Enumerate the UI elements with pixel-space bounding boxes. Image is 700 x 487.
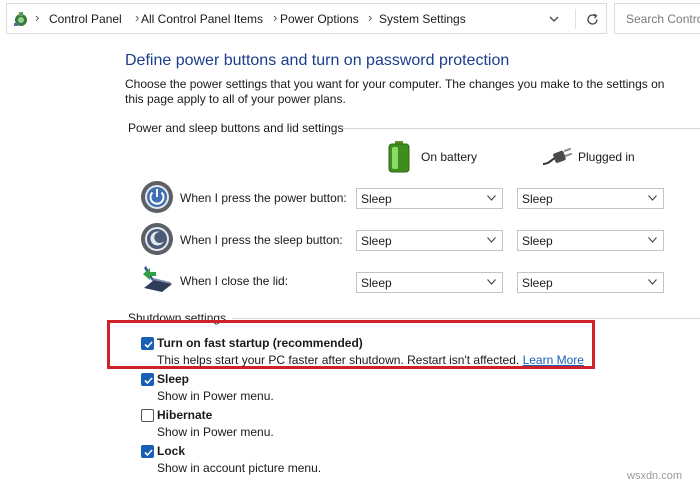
power-button-icon (141, 181, 173, 213)
sleep-description: Show in Power menu. (157, 389, 274, 403)
learn-more-link[interactable]: Learn More (523, 353, 584, 367)
sleep-label[interactable]: Sleep (157, 372, 189, 386)
sleep-button-plugged-select[interactable]: Sleep (517, 230, 664, 251)
search-input[interactable] (615, 4, 700, 33)
page-description: Choose the power settings that you want … (125, 77, 665, 106)
fast-startup-sub-text: This helps start your PC faster after sh… (157, 353, 520, 367)
sleep-button-icon (141, 223, 173, 255)
select-value: Sleep (522, 234, 553, 248)
battery-icon (388, 141, 410, 173)
hibernate-label[interactable]: Hibernate (157, 408, 212, 422)
section-heading-buttons: Power and sleep buttons and lid settings (128, 121, 344, 135)
close-lid-plugged-select[interactable]: Sleep (517, 272, 664, 293)
select-value: Sleep (361, 234, 392, 248)
chevron-down-icon (648, 195, 657, 201)
select-value: Sleep (361, 192, 392, 206)
search-box[interactable] (614, 3, 700, 34)
chevron-down-icon (487, 195, 496, 201)
control-panel-icon (14, 12, 27, 26)
select-value: Sleep (522, 192, 553, 206)
fast-startup-label[interactable]: Turn on fast startup (recommended) (157, 336, 363, 350)
laptop-lid-icon (143, 266, 172, 292)
breadcrumb-separator-icon: › (35, 10, 40, 25)
fast-startup-checkbox[interactable] (141, 337, 154, 350)
breadcrumb-power-options[interactable]: Power Options (280, 12, 359, 26)
breadcrumb[interactable]: › Control Panel › All Control Panel Item… (6, 3, 607, 34)
section-rule (342, 128, 700, 129)
select-value: Sleep (361, 276, 392, 290)
chevron-down-icon (487, 237, 496, 243)
plug-icon (542, 147, 573, 165)
chevron-down-icon (648, 279, 657, 285)
sleep-button-battery-select[interactable]: Sleep (356, 230, 503, 251)
lock-checkbox[interactable] (141, 445, 154, 458)
refresh-icon[interactable] (585, 12, 600, 27)
hibernate-checkbox[interactable] (141, 409, 154, 422)
sleep-checkbox[interactable] (141, 373, 154, 386)
row-label-power-button: When I press the power button: (180, 191, 347, 205)
select-value: Sleep (522, 276, 553, 290)
divider (575, 9, 576, 29)
row-label-sleep-button: When I press the sleep button: (180, 233, 343, 247)
power-button-plugged-select[interactable]: Sleep (517, 188, 664, 209)
breadcrumb-separator-icon: › (368, 10, 373, 25)
section-rule (232, 318, 700, 319)
hibernate-description: Show in Power menu. (157, 425, 274, 439)
lock-description: Show in account picture menu. (157, 461, 322, 475)
breadcrumb-all-items[interactable]: All Control Panel Items (141, 12, 263, 26)
breadcrumb-separator-icon: › (273, 10, 278, 25)
power-button-battery-select[interactable]: Sleep (356, 188, 503, 209)
chevron-down-icon[interactable] (547, 12, 561, 26)
close-lid-battery-select[interactable]: Sleep (356, 272, 503, 293)
checkmark-icon (144, 377, 153, 385)
fast-startup-description: This helps start your PC faster after sh… (157, 353, 584, 367)
checkmark-icon (144, 341, 153, 349)
watermark-text: wsxdn.com (627, 470, 683, 482)
address-bar: › Control Panel › All Control Panel Item… (0, 0, 700, 38)
breadcrumb-control-panel[interactable]: Control Panel (49, 12, 122, 26)
chevron-down-icon (487, 279, 496, 285)
checkmark-icon (144, 449, 153, 457)
page-title: Define power buttons and turn on passwor… (125, 52, 510, 69)
row-label-close-lid: When I close the lid: (180, 274, 289, 288)
column-plugged-in: Plugged in (578, 150, 635, 164)
breadcrumb-system-settings[interactable]: System Settings (379, 12, 466, 26)
column-on-battery: On battery (421, 150, 478, 164)
breadcrumb-separator-icon: › (135, 10, 140, 25)
chevron-down-icon (648, 237, 657, 243)
lock-label[interactable]: Lock (157, 444, 185, 458)
